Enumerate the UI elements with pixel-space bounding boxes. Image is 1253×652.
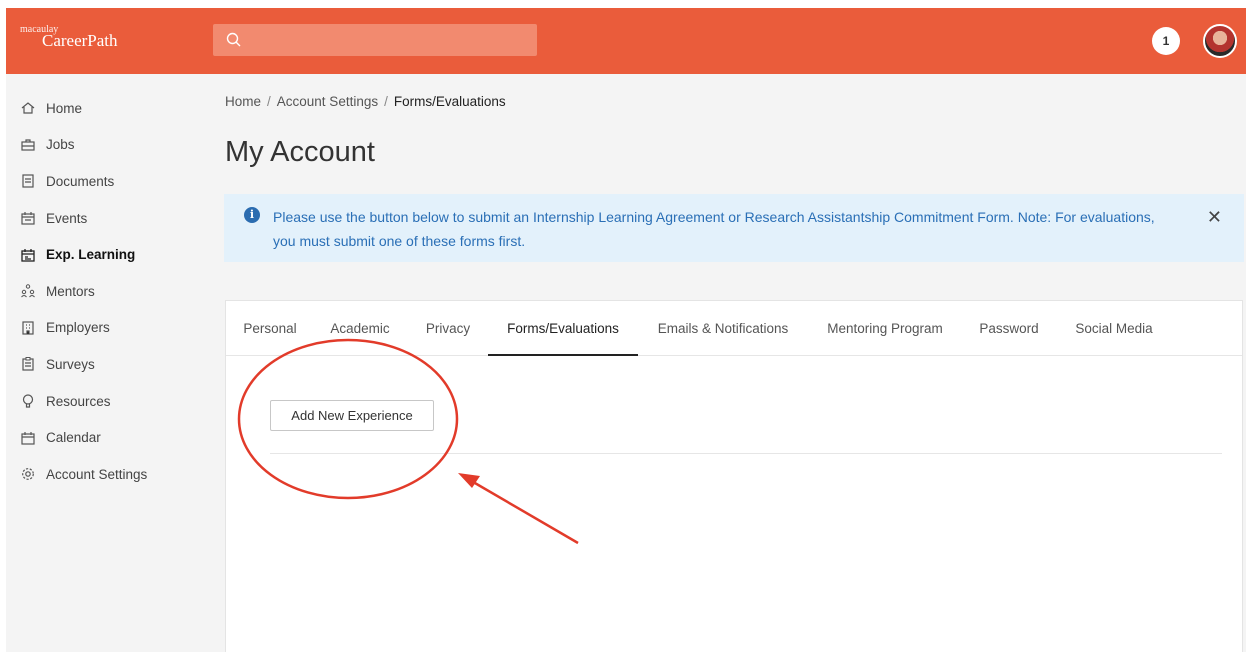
avatar[interactable] [1203, 24, 1237, 58]
sidebar-item-calendar[interactable]: Calendar [6, 419, 216, 456]
search-bar[interactable] [213, 24, 537, 56]
alert-message: Please use the button below to submit an… [273, 209, 1155, 249]
top-bar: macaulay CareerPath 1 [6, 8, 1246, 74]
notification-badge[interactable]: 1 [1152, 27, 1180, 55]
briefcase-icon [20, 137, 36, 153]
search-icon [225, 31, 243, 49]
sidebar-item-account-settings[interactable]: Account Settings [6, 456, 216, 493]
logo-small-text: macaulay [20, 24, 59, 35]
sidebar-item-label: Surveys [46, 356, 95, 372]
divider [270, 453, 1222, 454]
add-new-experience-button[interactable]: Add New Experience [270, 400, 434, 431]
sidebar-item-home[interactable]: Home [6, 90, 216, 127]
sidebar-item-events[interactable]: Events [6, 200, 216, 237]
document-icon [20, 173, 36, 189]
sidebar-item-surveys[interactable]: Surveys [6, 346, 216, 383]
breadcrumb-account-settings[interactable]: Account Settings [277, 94, 378, 109]
close-icon[interactable]: ✕ [1207, 208, 1222, 226]
calendar-icon [20, 430, 36, 446]
tab-social-media[interactable]: Social Media [1072, 301, 1156, 356]
tab-academic[interactable]: Academic [328, 301, 392, 356]
building-icon [20, 320, 36, 336]
gear-icon [20, 466, 36, 482]
breadcrumb-separator: / [384, 94, 388, 109]
sidebar-item-label: Calendar [46, 430, 101, 446]
logo[interactable]: macaulay CareerPath [20, 24, 118, 50]
info-icon: i [244, 207, 260, 223]
calendar-event-icon [20, 210, 36, 226]
tab-forms-evaluations[interactable]: Forms/Evaluations [488, 301, 638, 356]
tab-password[interactable]: Password [976, 301, 1042, 356]
lightbulb-icon [20, 393, 36, 409]
breadcrumb-home[interactable]: Home [225, 94, 261, 109]
home-icon [20, 100, 36, 116]
sidebar-item-employers[interactable]: Employers [6, 310, 216, 347]
info-alert: i Please use the button below to submit … [224, 194, 1244, 262]
sidebar-item-documents[interactable]: Documents [6, 163, 216, 200]
sidebar: Home Jobs Documents Events Exp. Learning… [6, 74, 216, 493]
tab-privacy[interactable]: Privacy [424, 301, 472, 356]
tab-mentoring-program[interactable]: Mentoring Program [822, 301, 948, 356]
page-title: My Account [225, 136, 375, 168]
sidebar-item-mentors[interactable]: Mentors [6, 273, 216, 310]
breadcrumb-current: Forms/Evaluations [393, 94, 506, 109]
sidebar-item-label: Mentors [46, 283, 95, 299]
sidebar-item-label: Jobs [46, 137, 75, 153]
sidebar-item-label: Resources [46, 393, 111, 409]
clipboard-icon [20, 356, 36, 372]
breadcrumb-separator: / [267, 94, 271, 109]
sidebar-item-exp-learning[interactable]: Exp. Learning [6, 236, 216, 273]
sidebar-item-label: Exp. Learning [46, 247, 136, 263]
breadcrumb: Home / Account Settings / Forms/Evaluations [225, 94, 506, 109]
tab-personal[interactable]: Personal [242, 301, 298, 356]
sidebar-item-label: Employers [46, 320, 110, 336]
exp-learning-icon [20, 247, 36, 263]
tab-emails-notifications[interactable]: Emails & Notifications [652, 301, 794, 356]
sidebar-item-label: Events [46, 210, 88, 226]
app-window: macaulay CareerPath 1 Home Jobs Document… [6, 8, 1246, 652]
account-card: Personal Academic Privacy Forms/Evaluati… [225, 300, 1243, 652]
sidebar-item-resources[interactable]: Resources [6, 383, 216, 420]
sidebar-item-jobs[interactable]: Jobs [6, 127, 216, 164]
sidebar-item-label: Account Settings [46, 466, 148, 482]
sidebar-item-label: Home [46, 100, 83, 116]
search-input[interactable] [249, 24, 529, 56]
sidebar-item-label: Documents [46, 173, 115, 189]
tab-bar: Personal Academic Privacy Forms/Evaluati… [226, 301, 1242, 356]
people-icon [20, 283, 36, 299]
